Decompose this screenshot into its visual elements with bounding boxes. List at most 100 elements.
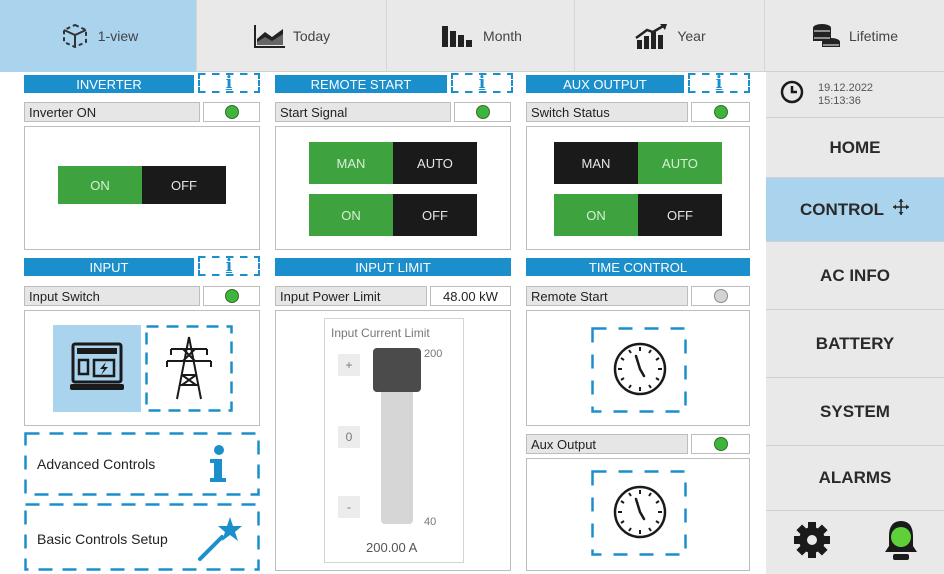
current-slider-thumb[interactable] xyxy=(373,348,421,392)
status-led xyxy=(713,289,728,303)
start-signal-row: Start Signal xyxy=(275,102,511,122)
remote-start-time-row: Remote Start xyxy=(526,286,750,306)
sidebar-item-label: BATTERY xyxy=(815,333,895,353)
remote-start-on-button[interactable]: ON xyxy=(309,194,393,236)
input-switch-label: Input Switch xyxy=(24,286,200,306)
aux-output-schedule-button[interactable] xyxy=(591,470,687,556)
tab-1-view[interactable]: 1-view xyxy=(0,0,197,72)
input-info-button[interactable]: i xyxy=(198,256,260,276)
bar-chart-icon xyxy=(439,23,477,49)
grid-source-button[interactable] xyxy=(145,325,233,412)
sidebar-item-alarms[interactable]: ALARMS xyxy=(766,445,944,510)
area-chart-icon xyxy=(253,23,287,49)
aux-output-time-indicator xyxy=(691,434,750,454)
status-led xyxy=(475,105,490,119)
tab-label: Month xyxy=(483,28,522,44)
tab-month[interactable]: Month xyxy=(387,0,575,72)
aux-output-info-button[interactable]: i xyxy=(688,73,750,93)
remote-start-header: REMOTE START xyxy=(275,75,447,93)
date-text: 19.12.2022 xyxy=(818,81,874,94)
tab-label: Lifetime xyxy=(848,28,899,44)
aux-output-auto-button[interactable]: AUTO xyxy=(638,142,722,184)
basic-controls-setup-button[interactable]: Basic Controls Setup xyxy=(24,503,260,571)
inverter-header: INVERTER xyxy=(24,75,194,93)
tab-year[interactable]: Year xyxy=(575,0,765,72)
sidebar-item-label: CONTROL xyxy=(799,199,885,219)
remote-start-info-button[interactable]: i xyxy=(451,73,513,93)
aux-output-on-button[interactable]: ON xyxy=(554,194,638,236)
zero-button[interactable]: 0 xyxy=(338,426,360,448)
clock-icon xyxy=(780,80,804,109)
right-sidebar: 19.12.2022 15:13:36 HOME CONTROL AC INFO… xyxy=(766,72,944,574)
datetime-display: 19.12.2022 15:13:36 xyxy=(766,72,944,117)
remote-start-time-label: Remote Start xyxy=(526,286,688,306)
current-limit-value: 200.00 A xyxy=(366,540,418,555)
device-icon xyxy=(58,21,92,51)
inverter-status-label: Inverter ON xyxy=(24,102,200,122)
growth-chart-icon xyxy=(633,22,671,50)
status-led xyxy=(713,437,728,451)
input-power-limit-label: Input Power Limit xyxy=(275,286,427,306)
start-signal-label: Start Signal xyxy=(275,102,451,122)
coins-stack-icon xyxy=(811,22,843,50)
tab-label: 1-view xyxy=(97,28,139,44)
input-switch-row: Input Switch xyxy=(24,286,260,306)
sidebar-item-label: AC INFO xyxy=(820,265,890,285)
input-limit-header: INPUT LIMIT xyxy=(275,258,511,276)
tab-lifetime[interactable]: Lifetime xyxy=(765,0,944,72)
generator-icon xyxy=(67,338,127,399)
status-led xyxy=(224,105,239,119)
aux-output-time-label: Aux Output xyxy=(526,434,688,454)
input-power-limit-row: Input Power Limit 48.00 kW xyxy=(275,286,511,306)
sidebar-item-home[interactable]: HOME xyxy=(766,117,944,177)
basic-controls-setup-label: Basic Controls Setup xyxy=(37,531,168,547)
remote-start-off-button[interactable]: OFF xyxy=(393,194,477,236)
aux-output-man-button[interactable]: MAN xyxy=(554,142,638,184)
move-cursor-icon xyxy=(892,198,910,221)
aux-output-time-row: Aux Output xyxy=(526,434,750,454)
sidebar-item-label: SYSTEM xyxy=(820,401,890,421)
switch-status-row: Switch Status xyxy=(526,102,750,122)
sidebar-item-label: HOME xyxy=(829,137,881,157)
sidebar-item-ac-info[interactable]: AC INFO xyxy=(766,241,944,309)
switch-status-label: Switch Status xyxy=(526,102,688,122)
inverter-info-button[interactable]: i xyxy=(198,73,260,93)
inverter-off-button[interactable]: OFF xyxy=(142,166,226,204)
inverter-status-indicator xyxy=(203,102,260,122)
alarm-bell-icon[interactable] xyxy=(883,518,919,567)
input-power-limit-value: 48.00 kW xyxy=(430,286,511,306)
sidebar-item-label: ALARMS xyxy=(818,468,892,487)
remote-start-man-button[interactable]: MAN xyxy=(309,142,393,184)
aux-output-header: AUX OUTPUT xyxy=(526,75,684,93)
decrease-button[interactable]: - xyxy=(338,496,360,518)
inverter-on-button[interactable]: ON xyxy=(58,166,142,204)
time-control-header: TIME CONTROL xyxy=(526,258,750,276)
gear-icon[interactable] xyxy=(792,520,832,565)
slider-min-tick: 40 xyxy=(424,516,437,528)
advanced-controls-label: Advanced Controls xyxy=(37,456,156,472)
switch-status-indicator xyxy=(691,102,750,122)
tab-label: Year xyxy=(677,28,706,44)
remote-start-time-indicator xyxy=(691,286,750,306)
tab-label: Today xyxy=(292,28,331,44)
status-led xyxy=(224,289,239,303)
advanced-controls-button[interactable]: Advanced Controls xyxy=(24,432,260,496)
time-text: 15:13:36 xyxy=(818,94,861,107)
tab-today[interactable]: Today xyxy=(197,0,387,72)
inverter-status-row: Inverter ON xyxy=(24,102,260,122)
sidebar-bottom-icons xyxy=(766,510,944,574)
generator-source-button[interactable] xyxy=(53,325,141,412)
slider-title: Input Current Limit xyxy=(331,326,430,340)
remote-start-schedule-button[interactable] xyxy=(591,327,687,413)
increase-button[interactable]: + xyxy=(338,354,360,376)
sidebar-item-system[interactable]: SYSTEM xyxy=(766,377,944,445)
top-tab-bar: 1-view Today Month Year Lifetime xyxy=(0,0,944,72)
sidebar-item-control[interactable]: CONTROL xyxy=(766,177,944,241)
start-signal-indicator xyxy=(454,102,511,122)
input-switch-indicator xyxy=(203,286,260,306)
input-header: INPUT xyxy=(24,258,194,276)
slider-max-tick: 200 xyxy=(424,348,443,360)
remote-start-auto-button[interactable]: AUTO xyxy=(393,142,477,184)
sidebar-item-battery[interactable]: BATTERY xyxy=(766,309,944,377)
aux-output-off-button[interactable]: OFF xyxy=(638,194,722,236)
